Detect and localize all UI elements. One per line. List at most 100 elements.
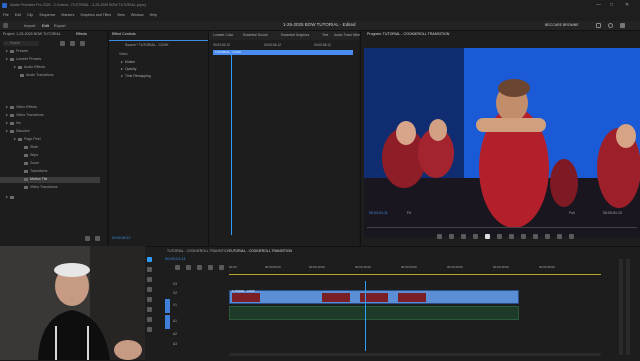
- ec-item-opacity[interactable]: Opacity: [121, 67, 137, 71]
- slip-tool-icon[interactable]: [147, 297, 152, 302]
- time-ruler[interactable]: 00:00 00:00:05:00 00:00:10:00 00:00:15:0…: [229, 265, 601, 273]
- tree-item[interactable]: Lumetri Presets: [0, 57, 41, 63]
- tab-effect-controls[interactable]: Effect Controls: [112, 32, 136, 37]
- program-title[interactable]: Program: TUTORIAL - COOKIEROLL TRANSITIO…: [367, 32, 449, 37]
- tab-export[interactable]: Export: [54, 24, 66, 28]
- minimize-button[interactable]: —: [596, 3, 601, 8]
- tree-item[interactable]: Video Transitions: [0, 185, 58, 191]
- new-folder-icon[interactable]: [85, 236, 90, 241]
- close-button[interactable]: ✕: [625, 3, 629, 8]
- quick-export-icon[interactable]: [596, 23, 601, 28]
- tab-effects[interactable]: Effects: [76, 32, 87, 37]
- tree-item[interactable]: Audio Effects: [0, 65, 45, 71]
- home-icon[interactable]: [3, 23, 8, 28]
- maximize-button[interactable]: □: [610, 3, 613, 8]
- snap-icon[interactable]: [186, 265, 191, 270]
- track-select-tool-icon[interactable]: [147, 267, 152, 272]
- mark-out-icon[interactable]: [449, 234, 454, 239]
- tree-item[interactable]: Slide: [0, 145, 38, 151]
- track-area[interactable]: TUTORIAL - COOK: [229, 281, 601, 351]
- tab-lumetri[interactable]: Lumetri Color: [213, 33, 233, 37]
- program-timecode[interactable]: 00:00:01:11: [369, 211, 388, 216]
- track-header-a3[interactable]: A3: [165, 341, 227, 349]
- tree-item[interactable]: Page Peel: [0, 137, 41, 143]
- tab-text[interactable]: Text: [322, 33, 328, 37]
- wrench-icon[interactable]: [219, 265, 224, 270]
- nest-icon[interactable]: [175, 265, 180, 270]
- timeline-scrollbar[interactable]: [229, 353, 601, 356]
- source-patch-v1[interactable]: [165, 299, 170, 313]
- go-to-out-icon[interactable]: [509, 234, 514, 239]
- timeline-tab-active[interactable]: TUTORIAL - COOKIEROLL TRANSITION: [229, 249, 292, 253]
- track-header-v3[interactable]: V3: [165, 281, 227, 289]
- search-input-box[interactable]: ⌕ Search: [3, 41, 39, 46]
- help-icon[interactable]: [608, 23, 613, 28]
- mark-in-icon[interactable]: [437, 234, 442, 239]
- timeline-playhead[interactable]: [365, 281, 366, 351]
- track-header-v1[interactable]: V1: [165, 299, 227, 313]
- track-header-a1[interactable]: A1: [165, 315, 227, 329]
- fit-dropdown[interactable]: Fit: [407, 211, 411, 215]
- razor-tool-icon[interactable]: [147, 287, 152, 292]
- source-patch-a1[interactable]: [165, 315, 170, 329]
- tree-item[interactable]: Video Transitions: [0, 113, 44, 119]
- delete-icon[interactable]: [95, 236, 100, 241]
- timeline-clip-v1[interactable]: TUTORIAL - COOK: [229, 290, 519, 304]
- work-area-bar[interactable]: [229, 274, 601, 275]
- menu-sequence[interactable]: Sequence: [39, 13, 55, 18]
- share-icon[interactable]: [620, 23, 625, 28]
- hand-tool-icon[interactable]: [147, 317, 152, 322]
- play-icon[interactable]: [485, 234, 490, 239]
- pen-tool-icon[interactable]: [147, 307, 152, 312]
- menu-graphics[interactable]: Graphics and Titles: [80, 13, 111, 18]
- ec-item-motion[interactable]: Motion: [121, 60, 135, 64]
- export-frame-icon[interactable]: [545, 234, 550, 239]
- timeline-tab[interactable]: TUTORIAL - COOKIEROLL TRANSITION: [167, 249, 230, 253]
- settings-icon[interactable]: [569, 234, 574, 239]
- timeline-timecode[interactable]: 00:00:01:11: [165, 257, 186, 261]
- tree-item[interactable]: Dissolve: [0, 129, 30, 135]
- scrub-bar[interactable]: [367, 227, 637, 228]
- tab-import[interactable]: Import: [24, 24, 35, 28]
- source-clip[interactable]: TUTORIAL - COOK: [213, 50, 353, 55]
- tree-item[interactable]: Audio Transitions: [0, 73, 54, 79]
- tree-item[interactable]: Zoom: [0, 161, 39, 167]
- search-input[interactable]: Search: [10, 41, 20, 45]
- tree-item[interactable]: Presets: [0, 49, 28, 55]
- go-to-in-icon[interactable]: [461, 234, 466, 239]
- project-title[interactable]: Project: 1-25-2025 BOW TUTORIAL: [3, 32, 61, 37]
- 32bit-icon[interactable]: [70, 41, 75, 46]
- accelerated-icon[interactable]: [60, 41, 65, 46]
- comparison-view-icon[interactable]: [557, 234, 562, 239]
- ripple-edit-tool-icon[interactable]: [147, 277, 152, 282]
- selection-tool-icon[interactable]: [147, 257, 152, 262]
- step-forward-icon[interactable]: [497, 234, 502, 239]
- tab-essential-sound[interactable]: Essential Sound: [243, 33, 268, 37]
- menu-markers[interactable]: Markers: [61, 13, 74, 18]
- lift-icon[interactable]: [521, 234, 526, 239]
- menu-window[interactable]: Window: [131, 13, 144, 18]
- quality-dropdown[interactable]: Full: [569, 211, 574, 215]
- menu-edit[interactable]: Edit: [15, 13, 21, 18]
- track-header-v2[interactable]: V2: [165, 290, 227, 298]
- extract-icon[interactable]: [533, 234, 538, 239]
- linked-selection-icon[interactable]: [197, 265, 202, 270]
- tree-item[interactable]: Video Effects: [0, 105, 37, 111]
- menu-clip[interactable]: Clip: [27, 13, 33, 18]
- playhead-line[interactable]: [231, 55, 232, 235]
- menu-view[interactable]: View: [117, 13, 125, 18]
- timeline-audio-clip-a1[interactable]: [229, 306, 519, 320]
- ec-timecode[interactable]: 00:00:05:12: [112, 236, 131, 241]
- tab-edit[interactable]: Edit: [42, 24, 49, 28]
- source-label[interactable]: Source * TUTORIAL - COOK: [125, 43, 168, 47]
- track-header-a2[interactable]: A2: [165, 331, 227, 339]
- ec-item-time-remapping[interactable]: Time Remapping: [121, 74, 151, 78]
- tab-essential-graphics[interactable]: Essential Graphics: [281, 33, 309, 37]
- video-frame[interactable]: [364, 48, 640, 237]
- menu-file[interactable]: File: [3, 13, 9, 18]
- tree-item[interactable]: Transitions: [0, 169, 47, 175]
- step-back-icon[interactable]: [473, 234, 478, 239]
- tree-item[interactable]: [0, 195, 16, 201]
- type-tool-icon[interactable]: [147, 327, 152, 332]
- tab-audio-mixer[interactable]: Audio Track Mixer: [334, 33, 361, 37]
